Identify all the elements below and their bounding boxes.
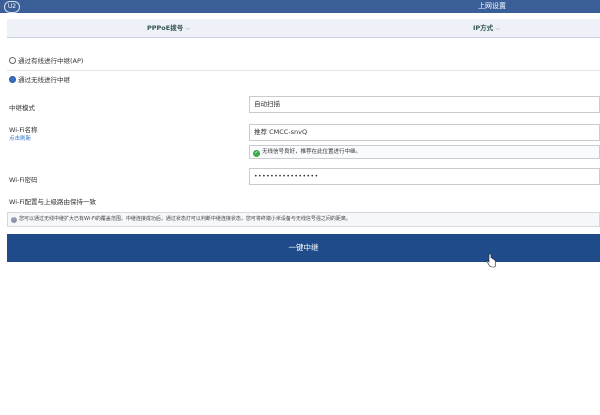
radio-wireless[interactable] [9,76,16,83]
chevron-down-icon: ⌵ [185,24,191,32]
relay-mode-label: 中继模式 [9,104,35,112]
option-wired-relay[interactable]: 通过有线进行中继(AP) [9,56,83,66]
refresh-link[interactable]: 点击刷新 [9,134,31,142]
tab-pppoe-label: PPPoE拨号 [147,24,184,32]
connection-type-nav: PPPoE拨号 ⌵ IP方式 ⌵ [7,19,600,38]
tab-ip-mode[interactable]: IP方式 ⌵ [473,19,500,37]
tab-pppoe[interactable]: PPPoE拨号 ⌵ [147,19,190,37]
sync-note: Wi-Fi配置与上级路由保持一致 [9,198,97,206]
password-mask: •••••••••••••••• [254,173,319,180]
chevron-down-icon: ⌵ [495,24,501,32]
relay-mode-select[interactable]: 自动扫描 [249,96,600,113]
brand-logo: U2 [4,1,20,13]
wifi-password-label: Wi-Fi密码 [9,176,38,184]
option-wireless-label: 通过无线进行中继 [18,76,70,84]
check-circle-icon: ✓ [253,150,260,157]
signal-status: ✓ 无线信号良好，推荐在此位置进行中继。 [249,145,600,159]
info-icon: ! [11,217,17,223]
page-title: 上网设置 [478,2,506,10]
info-tip-text: 您可以通过无线中继扩大已有Wi-Fi的覆盖范围。中继连接成功后，通过状态灯可以判… [19,216,351,222]
hand-cursor-icon [486,254,496,268]
option-wired-label: 通过有线进行中继(AP) [18,57,84,65]
signal-status-text: 无线信号良好，推荐在此位置进行中继。 [262,149,362,155]
wifi-password-input[interactable]: •••••••••••••••• [249,168,600,185]
divider [7,70,600,71]
wifi-name-label: Wi-Fi名称 [9,126,38,134]
top-bar: U2 上网设置 [0,0,600,13]
one-click-relay-button[interactable]: 一键中继 [7,234,600,262]
tab-ip-mode-label: IP方式 [473,24,494,32]
info-tip: ! 您可以通过无线中继扩大已有Wi-Fi的覆盖范围。中继连接成功后，通过状态灯可以… [7,212,600,227]
option-wireless-relay[interactable]: 通过无线进行中继 [9,75,70,85]
radio-wired[interactable] [9,57,16,64]
wifi-name-select[interactable]: 推荐 CMCC-snvQ [249,124,600,141]
